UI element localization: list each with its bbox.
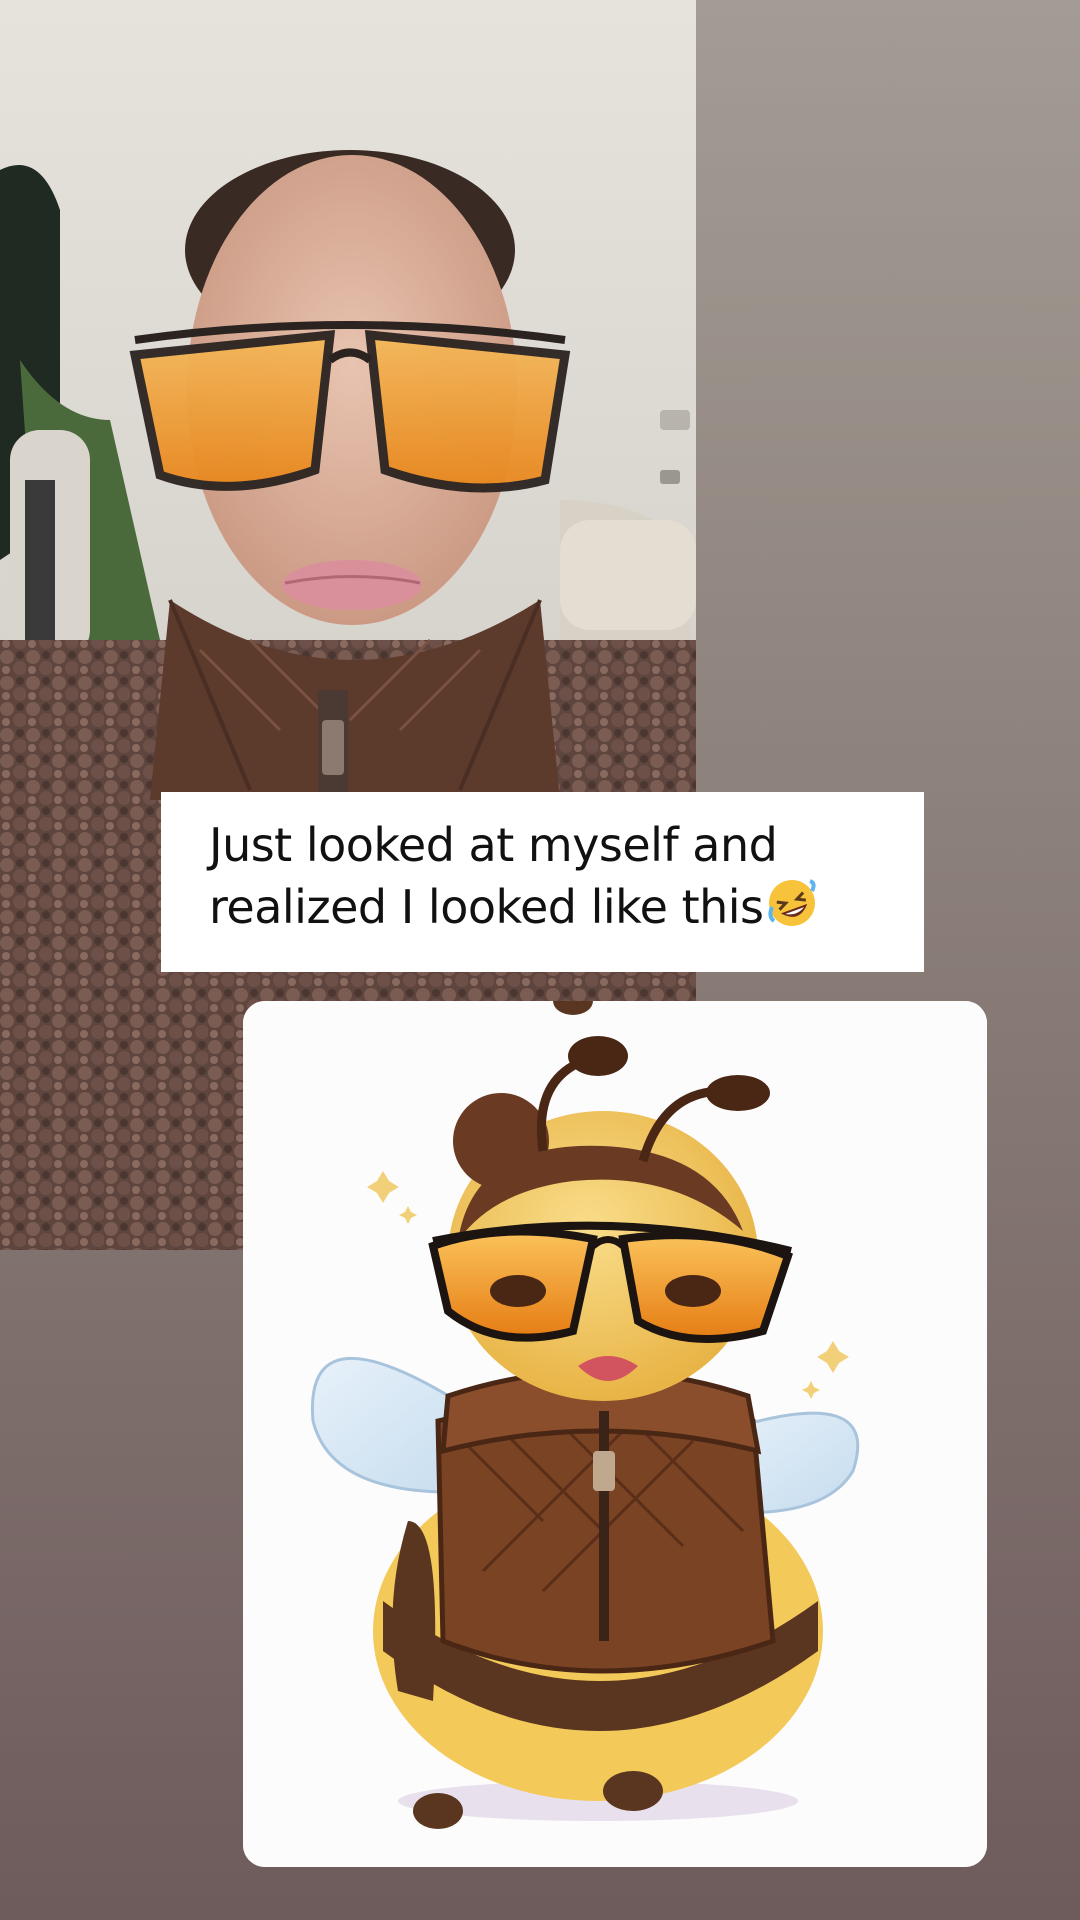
- bee-illustration: [243, 1001, 987, 1867]
- bee-illustration-card: [243, 1001, 987, 1867]
- caption-line-2: realized I looked like this: [209, 876, 894, 944]
- rolling-on-floor-laughing-emoji-icon: [766, 877, 818, 944]
- caption-line-2-text: realized I looked like this: [209, 880, 764, 934]
- caption-box: Just looked at myself and realized I loo…: [161, 792, 924, 972]
- caption-line-1: Just looked at myself and: [209, 818, 778, 872]
